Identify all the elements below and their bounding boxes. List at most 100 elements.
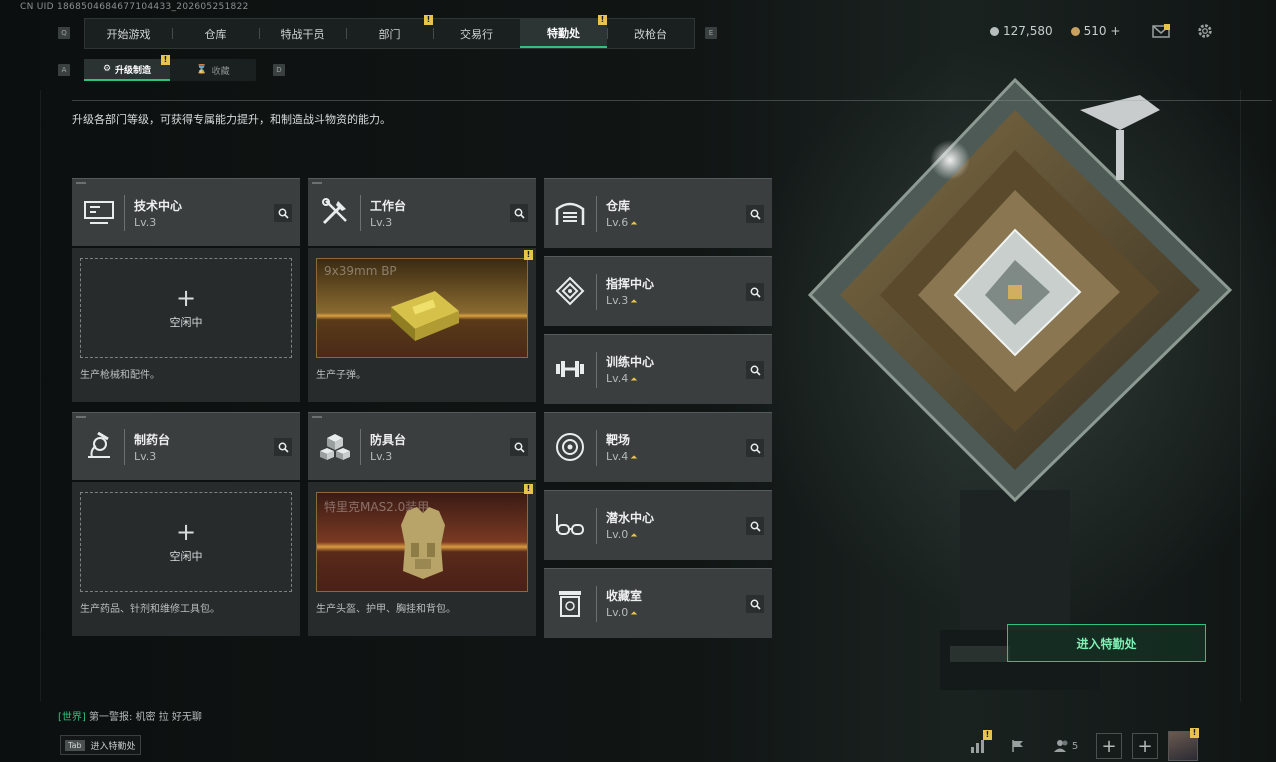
dept-card-collection-room[interactable]: 收藏室 Lv.0 ⏶ [544,568,772,638]
upgrade-arrow-icon: ⏶ [630,375,638,385]
avatar[interactable]: ! [1168,728,1199,761]
microscope-icon [88,431,110,458]
upgrade-arrow-icon: ⏶ [630,453,638,463]
separator [124,429,125,465]
production-slot-item[interactable]: 9x39mm BP [316,258,528,358]
tools-icon [322,198,347,225]
tab-operators[interactable]: 特战干员 [259,19,346,48]
add-icon: + [175,518,197,546]
silver-coin-icon [990,27,999,36]
flag-icon [1012,740,1023,752]
dept-name: 技术中心 [134,199,183,213]
dept-card-warehouse[interactable]: 仓库 Lv.6 ⏶ [544,178,772,248]
dept-name: 训练中心 [606,355,655,369]
search-icon[interactable] [746,439,764,457]
gold-currency[interactable]: 510 + [1070,24,1120,38]
subtab-collection[interactable]: ⌛ 收藏 [170,59,256,81]
separator [596,430,597,466]
tab-departments[interactable]: 部门 ! [346,15,433,48]
add-squad-slot-button[interactable]: + [1132,733,1158,759]
separator [596,508,597,544]
enter-special-dept-button[interactable]: 进入特勤处 [1007,624,1206,662]
dept-name: 收藏室 [606,589,643,603]
search-icon[interactable] [510,438,528,456]
level-text: Lv.0 [606,528,629,541]
search-icon[interactable] [746,595,764,613]
dept-card-shooting-range[interactable]: 靶场 Lv.4 ⏶ [544,412,772,482]
add-currency-button[interactable]: + [1110,24,1120,38]
subtab-label: 升级制造 [115,65,152,76]
separator [124,195,125,231]
card-tag [76,416,86,418]
level-text: Lv.4 [606,450,629,463]
upgrade-arrow-icon: ⏶ [630,297,638,307]
chat-line[interactable]: [世界] 第一警报: 机密 拉 好无聊 [58,708,202,723]
flag-button[interactable] [1002,730,1034,762]
search-icon[interactable] [510,204,528,222]
ammo-box-icon [391,291,459,341]
dept-name: 仓库 [606,199,631,213]
search-icon[interactable] [746,361,764,379]
dept-level: Lv.3 [134,216,157,229]
level-text: Lv.6 [606,216,629,229]
target-icon [556,433,584,461]
dept-card-training-center[interactable]: 训练中心 Lv.4 ⏶ [544,334,772,404]
mail-icon[interactable] [1152,24,1170,38]
bottom-toolbar: ! 5 + + ! [962,728,1199,762]
subtab-label: 收藏 [211,66,230,77]
level-text: Lv.0 [606,606,629,619]
dept-description: 生产头盔、护甲、胸挂和背包。 [316,604,456,615]
dept-level: Lv.3 [370,450,393,463]
add-icon: + [175,284,197,312]
search-icon[interactable] [746,283,764,301]
tab-gunsmith[interactable]: 改枪台 [607,19,694,48]
dept-name: 潜水中心 [606,511,655,525]
production-slot-empty[interactable]: + 空闲中 [80,492,292,592]
search-icon[interactable] [746,205,764,223]
tab-special-dept[interactable]: 特勤处 ! [520,15,607,48]
dept-card-diving-center[interactable]: 潜水中心 Lv.0 ⏶ [544,490,772,560]
dept-card-workbench[interactable]: 工作台 Lv.3 [308,178,536,246]
gold-coin-icon [1070,27,1080,36]
tab-start-game[interactable]: 开始游戏 [85,19,172,48]
card-tag [312,182,322,184]
alert-badge: ! [1190,728,1199,738]
dept-card-armor-bench[interactable]: 防具台 Lv.3 [308,412,536,480]
tab-label: 特战干员 [280,27,325,41]
divider [72,100,1272,101]
add-squad-slot-button[interactable]: + [1096,733,1122,759]
stats-button[interactable]: ! [962,730,994,762]
recycle-bin-icon [559,591,581,617]
dept-level: Lv.4 ⏶ [606,450,637,463]
production-slot-item[interactable]: 特里克MAS2.0装甲 [316,492,528,592]
dept-card-craft-med[interactable]: 制药台 Lv.3 [72,412,300,480]
search-icon[interactable] [274,438,292,456]
separator [596,352,597,388]
dept-card-tech-center[interactable]: 技术中心 Lv.3 [72,178,300,246]
tab-shortcut-hint[interactable]: Tab 进入特勤处 [60,735,141,755]
dept-card-command-center[interactable]: 指挥中心 Lv.3 ⏶ [544,256,772,326]
currency-bar: 127,580 510 + [990,24,1120,38]
search-icon[interactable] [274,204,292,222]
separator [596,586,597,622]
subtab-upgrade-craft[interactable]: ⚙ 升级制造 ! [84,55,170,81]
gear-icon[interactable] [1196,22,1214,40]
search-icon[interactable] [746,517,764,535]
alert-badge: ! [524,250,533,260]
wrench-icon: ⚙ [102,64,112,74]
dept-slot-panel: 9x39mm BP ! 生产子弹。 [308,248,536,402]
alert-badge: ! [983,730,992,740]
friends-button[interactable]: 5 [1046,730,1086,762]
dept-name: 靶场 [606,433,631,447]
dept-level: Lv.3 [370,216,393,229]
silver-amount: 127,580 [1003,24,1053,38]
tab-label: 改枪台 [634,27,667,41]
tab-trading[interactable]: 交易行 [433,19,520,48]
production-slot-empty[interactable]: + 空闲中 [80,258,292,358]
tab-warehouse[interactable]: 仓库 [172,19,259,48]
dept-name: 制药台 [134,433,171,447]
warehouse-icon [555,202,585,225]
alert-badge: ! [598,15,607,25]
bar-chart-icon [971,740,984,753]
upgrade-arrow-icon: ⏶ [630,531,638,541]
